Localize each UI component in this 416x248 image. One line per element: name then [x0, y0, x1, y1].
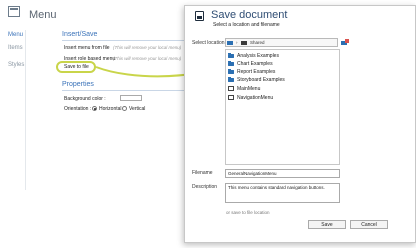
list-item-label: Chart Examples	[237, 61, 273, 67]
list-item-label: Storyboard Examples	[237, 77, 285, 83]
save-disk-icon	[195, 11, 204, 21]
properties-heading: Properties	[62, 81, 94, 88]
background-color-label: Background color :	[64, 96, 106, 102]
orientation-horizontal-label: Horizontal	[99, 106, 122, 112]
new-folder-icon[interactable]	[341, 39, 349, 46]
description-textarea[interactable]: This menu contains standard navigation b…	[225, 183, 340, 203]
orientation-horizontal-radio[interactable]	[92, 106, 97, 111]
cancel-button[interactable]: Cancel	[350, 220, 388, 229]
location-path-text: Shared	[250, 40, 265, 45]
description-label: Description	[192, 184, 218, 190]
filename-input[interactable]: GeneralNavigationMenu	[225, 169, 340, 178]
folder-icon	[228, 61, 234, 66]
select-location-label: Select location	[192, 40, 225, 46]
orientation-vertical-radio[interactable]	[122, 106, 127, 111]
dialog-title: Save document	[211, 9, 288, 21]
properties-divider	[62, 90, 184, 91]
folder-icon	[228, 69, 234, 74]
filename-label: Filename	[192, 170, 213, 176]
folder-icon	[228, 53, 234, 58]
list-item-label: MainMenu	[237, 86, 261, 92]
save-button[interactable]: Save	[308, 220, 346, 229]
orientation-label: Orientation :	[64, 106, 92, 112]
shared-folder-icon	[241, 41, 247, 45]
dialog-subtitle: Select a location and filename	[213, 22, 280, 28]
menu-file-icon	[228, 86, 234, 91]
list-item-label: Analysis Examples	[237, 53, 279, 59]
orientation-vertical-label: Vertical	[129, 106, 146, 112]
folder-icon	[227, 41, 233, 45]
folder-icon	[228, 77, 234, 82]
background-color-input[interactable]	[120, 95, 142, 101]
save-to-file-location-link[interactable]: or save to file location	[226, 210, 270, 215]
list-item-label: Report Examples	[237, 69, 276, 75]
list-item-label: NavigationMenu	[237, 95, 274, 101]
chevron-right-icon: ›	[236, 40, 238, 45]
menu-file-icon	[228, 95, 234, 100]
